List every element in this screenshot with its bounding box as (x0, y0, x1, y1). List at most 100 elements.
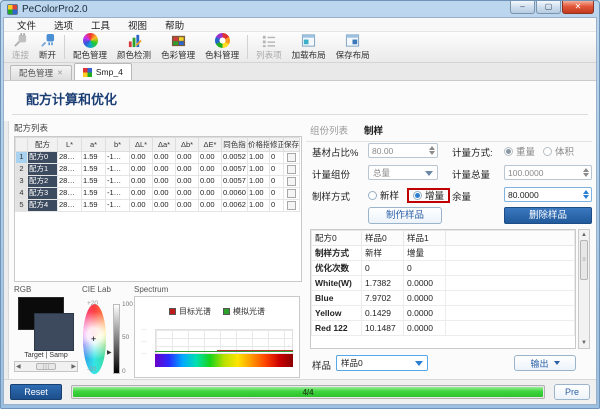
table-row[interactable]: 3 配方2 28… 1.59 -1… 0.00 0.00 0.00 0.00 0… (16, 176, 300, 188)
tab-color-match-manage[interactable]: 配色管理 ✕ (10, 65, 72, 80)
table-row[interactable]: 1 配方0 28… 1.59 -1… 0.00 0.00 0.00 0.00 0… (16, 152, 300, 164)
wavelength-rainbow-bar (155, 354, 293, 367)
save-checkbox[interactable] (287, 153, 296, 162)
tab-smp4[interactable]: Smp_4 (74, 63, 132, 80)
col-header[interactable]: ΔE* (199, 138, 222, 152)
col-header[interactable]: 配方0 (312, 231, 362, 246)
table-row[interactable]: 4 配方3 28… 1.59 -1… 0.00 0.00 0.00 0.00 0… (16, 188, 300, 200)
formula-name-cell[interactable]: 配方2 (28, 176, 58, 188)
menu-file[interactable]: 文件 (8, 18, 45, 32)
horizontal-scrollbar[interactable]: ◀ ∣∣∣ ▶ (14, 361, 78, 372)
close-button[interactable]: ✕ (562, 1, 594, 14)
toolbar-separator (247, 35, 248, 59)
load-layout-button[interactable]: 加载布局 (287, 32, 331, 62)
scroll-up-icon[interactable]: ▲ (579, 232, 589, 238)
scrollbar-thumb[interactable]: ∣∣∣ (36, 363, 56, 370)
increment-radio[interactable] (413, 191, 422, 200)
reset-button[interactable]: Reset (10, 384, 62, 400)
color-match-manage-button[interactable]: 配色管理 (68, 32, 112, 62)
table-row[interactable]: White(W) 1.7382 0.0000 (312, 276, 575, 291)
row-number[interactable]: 3 (16, 176, 28, 188)
col-header[interactable]: 保存 (284, 138, 300, 152)
cell: 0 (270, 164, 284, 176)
scroll-down-icon[interactable]: ▼ (579, 340, 589, 346)
disconnect-button[interactable]: 断开 (34, 32, 61, 62)
make-mode-label: 制样方式 (312, 189, 350, 203)
row-number[interactable]: 5 (16, 200, 28, 212)
formula-name-cell[interactable]: 配方1 (28, 164, 58, 176)
col-header[interactable]: 价格指 (248, 138, 270, 152)
cielab-panel-title: CIE Lab (82, 285, 132, 294)
col-header[interactable]: 修正次 (270, 138, 284, 152)
row-number[interactable]: 4 (16, 188, 28, 200)
scroll-left-icon[interactable]: ◀ (16, 364, 21, 370)
menu-options[interactable]: 选项 (45, 18, 82, 32)
scrollbar-thumb[interactable]: ≡ (580, 240, 588, 280)
menu-help[interactable]: 帮助 (156, 18, 193, 32)
tab-make-sample[interactable]: 制样 (364, 123, 383, 137)
col-header[interactable]: ΔL* (130, 138, 153, 152)
maximize-button[interactable]: ▢ (536, 1, 561, 14)
remainder-spinner[interactable]: 80.0000 (504, 187, 592, 202)
menu-tools[interactable]: 工具 (82, 18, 119, 32)
formula-name-cell[interactable]: 配方3 (28, 188, 58, 200)
cell: -1… (106, 152, 130, 164)
cielab-panel: CIE Lab +20 -20 + ▶ 100 50 0 (82, 285, 132, 377)
table-row[interactable]: Blue 7.9702 0.0000 (312, 291, 575, 306)
table-row[interactable]: Yellow 0.1429 0.0000 (312, 306, 575, 321)
cell: 0 (404, 261, 446, 276)
sim-legend-swatch (223, 308, 230, 315)
save-layout-button[interactable]: 保存布局 (331, 32, 375, 62)
col-header[interactable]: Δa* (153, 138, 176, 152)
save-checkbox[interactable] (287, 177, 296, 186)
col-header[interactable]: a* (82, 138, 106, 152)
cell: 10.1487 (362, 321, 404, 336)
new-sample-option[interactable]: 新样 (368, 186, 399, 204)
spinner-arrows[interactable] (580, 190, 591, 199)
tab-close-icon[interactable]: ✕ (57, 69, 63, 77)
new-sample-radio[interactable] (368, 191, 377, 200)
table-row[interactable]: 2 配方1 28… 1.59 -1… 0.00 0.00 0.00 0.00 0… (16, 164, 300, 176)
table-row[interactable]: 5 配方4 28… 1.59 -1… 0.00 0.00 0.00 0.00 0… (16, 200, 300, 212)
cell: -1… (106, 176, 130, 188)
formula-name-cell[interactable]: 配方0 (28, 152, 58, 164)
row-number[interactable]: 2 (16, 164, 28, 176)
table-row[interactable]: Red 122 10.1487 0.0000 (312, 321, 575, 336)
save-checkbox[interactable] (287, 189, 296, 198)
sample-select-dropdown[interactable]: 样品0 (336, 355, 428, 371)
save-checkbox[interactable] (287, 165, 296, 174)
colorant-manage-button[interactable]: 色料管理 (200, 32, 244, 62)
output-button[interactable]: 输出 (514, 355, 576, 371)
collapsed-splitter[interactable] (4, 121, 9, 379)
table-row[interactable]: 优化次数 0 0 (312, 261, 575, 276)
delete-sample-button[interactable]: 删除样品 (504, 207, 592, 224)
tab-component-list[interactable]: 组份列表 (310, 123, 348, 137)
col-header[interactable]: 同色指 (222, 138, 248, 152)
minimize-button[interactable]: – (510, 1, 535, 14)
remainder-label: 余量 (452, 189, 471, 203)
cell: 28… (58, 164, 82, 176)
make-sample-button[interactable]: 制作样品 (368, 207, 442, 224)
table-row[interactable]: 制样方式 新样 增量 (312, 246, 575, 261)
col-header[interactable]: b* (106, 138, 130, 152)
col-header[interactable]: 配方 (28, 138, 58, 152)
color-detect-button[interactable]: 颜色检测 (112, 32, 156, 62)
col-header[interactable]: Δb* (176, 138, 199, 152)
toolbar-item-label: 连接 (12, 49, 29, 61)
color-manage-button[interactable]: 色彩管理 (156, 32, 200, 62)
lightness-bar[interactable] (113, 304, 120, 374)
col-header[interactable]: L* (58, 138, 82, 152)
vertical-scrollbar[interactable]: ▲ ≡ ▼ (578, 229, 590, 349)
pre-button[interactable]: Pre (554, 384, 590, 400)
row-number[interactable]: 1 (16, 152, 28, 164)
row-label: Yellow (312, 306, 362, 321)
menu-view[interactable]: 视图 (119, 18, 156, 32)
col-header[interactable]: 样品0 (362, 231, 404, 246)
save-checkbox[interactable] (287, 201, 296, 210)
scroll-right-icon[interactable]: ▶ (71, 364, 76, 370)
formula-name-cell[interactable]: 配方4 (28, 200, 58, 212)
menu-bar: 文件 选项 工具 视图 帮助 (4, 18, 596, 32)
cell (284, 164, 300, 176)
cell (284, 200, 300, 212)
col-header[interactable]: 样品1 (404, 231, 446, 246)
